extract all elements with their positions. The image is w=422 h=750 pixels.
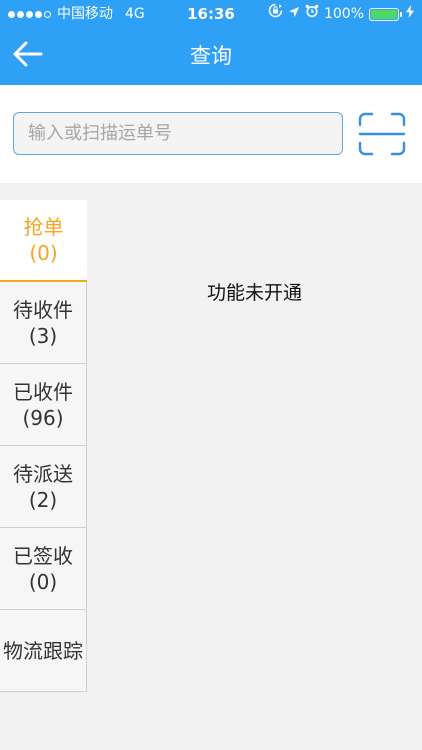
sidebar-item-signed[interactable]: 已签收 (0) [0,528,87,610]
sidebar-item-count: (2) [28,487,58,512]
sidebar-item-label: 待收件 [13,297,73,322]
sidebar-item-count: (3) [28,323,58,348]
sidebar-item-logistics-tracking[interactable]: 物流跟踪 [0,610,87,692]
status-right: 100% [268,0,414,28]
scan-button[interactable] [358,112,406,156]
sidebar-item-pending-pickup[interactable]: 待收件 (3) [0,282,87,364]
feature-unavailable-message: 功能未开通 [206,282,302,304]
scan-frame-icon [358,112,406,160]
sidebar-item-grab-order[interactable]: 抢单 (0) [0,200,87,282]
sidebar-item-label: 待派送 [13,461,73,486]
battery-icon [369,7,402,21]
battery-percent: 100% [323,6,364,22]
page-title: 查询 [190,44,232,68]
location-arrow-icon [288,0,300,28]
nav-bar: 查询 [0,28,422,85]
sidebar-item-count: (96) [22,405,64,430]
sidebar-item-count: (0) [29,241,58,265]
top-header: 中国移动 4G 16:36 100% 查询 [0,0,422,85]
sidebar-item-label: 物流跟踪 [3,638,83,663]
sidebar-item-label: 已收件 [13,379,73,404]
sidebar-item-label: 已签收 [13,543,73,568]
charging-bolt-icon [406,0,414,28]
alarm-icon [305,0,319,28]
category-sidebar: 抢单 (0) 待收件 (3) 已收件 (96) 待派送 (2) 已签收 (0) … [0,200,87,750]
sidebar-item-pending-delivery[interactable]: 待派送 (2) [0,446,87,528]
waybill-search-input[interactable] [13,112,343,155]
sidebar-item-label: 抢单 [23,215,64,239]
search-section [0,85,422,183]
battery-fill [371,9,397,19]
status-bar: 中国移动 4G 16:36 100% [0,0,422,28]
sidebar-item-picked-up[interactable]: 已收件 (96) [0,364,87,446]
sidebar-item-count: (0) [28,569,58,594]
orientation-lock-icon [268,0,283,28]
content-panel: 功能未开通 [87,200,422,750]
